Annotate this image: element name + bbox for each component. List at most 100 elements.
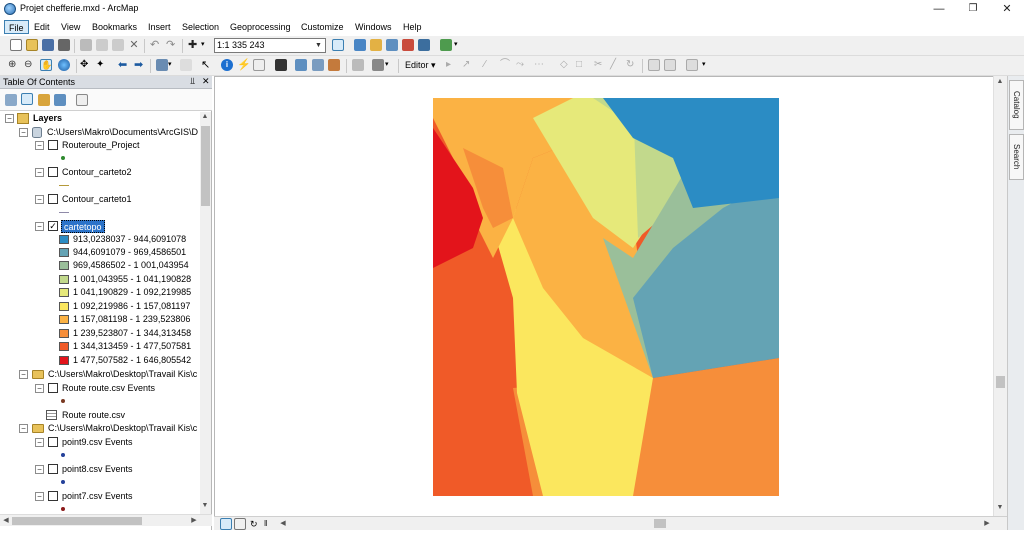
minimize-icon[interactable]: — [922,0,956,18]
list-by-selection-icon[interactable] [54,94,66,106]
point-symbol[interactable] [61,507,65,511]
straight-segment-icon[interactable]: ∕ [484,59,496,71]
map-display[interactable] [214,76,1007,516]
collapse-icon[interactable]: − [35,492,44,501]
sketch-properties-icon[interactable] [664,59,676,71]
collapse-icon[interactable]: − [19,370,28,379]
point-symbol[interactable] [61,399,65,403]
pan-hand-icon[interactable]: ✋ [40,59,52,71]
menu-geoprocessing[interactable]: Geoprocessing [226,20,295,34]
fixed-zoom-in-icon[interactable]: ✥ [80,59,92,71]
menu-selection[interactable]: Selection [178,20,223,34]
layer-contour-carteto1[interactable]: Contour_carteto1 [62,193,132,206]
class-swatch[interactable] [59,261,69,270]
workspace-desktop-2[interactable]: C:\Users\Makro\Desktop\Travail Kis\c [48,422,197,435]
collapse-icon[interactable]: − [35,465,44,474]
create-viewer-window-icon[interactable] [372,59,384,71]
close-panel-icon[interactable]: ✕ [202,76,210,87]
arctoolbox-icon[interactable] [402,39,414,51]
scroll-right-icon[interactable]: ▶ [189,516,199,524]
layer-visibility-checkbox-checked[interactable]: ✓ [48,221,58,231]
class-swatch[interactable] [59,315,69,324]
class-swatch[interactable] [59,356,69,365]
attributes-icon[interactable] [648,59,660,71]
layer-visibility-checkbox[interactable] [48,383,58,393]
elevation-raster-map[interactable] [215,77,995,517]
point-symbol[interactable] [61,453,65,457]
menu-bookmarks[interactable]: Bookmarks [88,20,141,34]
catalog-tab[interactable]: Catalog [1009,80,1024,130]
undo-icon[interactable]: ↶ [150,39,162,51]
zoom-out-icon[interactable]: ⊖ [24,59,36,71]
restore-icon[interactable]: ❐ [956,0,990,18]
hyperlink-icon[interactable]: ⚡ [237,59,251,71]
model-builder-icon[interactable] [440,39,452,51]
print-icon[interactable] [58,39,70,51]
scroll-thumb[interactable] [201,126,210,206]
scroll-thumb[interactable] [996,376,1005,388]
scroll-right-icon[interactable]: ▶ [982,519,992,527]
end-point-arc-icon[interactable]: ⌒ [500,59,512,71]
layer-visibility-checkbox[interactable] [48,464,58,474]
layer-point9-events[interactable]: point9.csv Events [62,436,133,449]
go-to-xy-icon[interactable] [328,59,340,71]
menu-windows[interactable]: Windows [351,20,396,34]
line-symbol[interactable] [59,212,69,213]
collapse-icon[interactable]: − [19,128,28,137]
add-data-dropdown-icon[interactable]: ▾ [201,39,213,51]
toolbar-options-icon[interactable]: ▾ [385,59,397,71]
editor-toolbar-toggle-icon[interactable] [332,39,344,51]
layer-contour-carteto2[interactable]: Contour_carteto2 [62,166,132,179]
layer-cartetopo-selected[interactable]: cartetopo [61,220,105,233]
point-icon[interactable]: ⋯ [534,59,546,71]
layout-view-icon[interactable] [234,518,246,530]
time-slider-icon[interactable] [352,59,364,71]
search-window-icon[interactable] [386,39,398,51]
redo-icon[interactable]: ↷ [166,39,178,51]
python-window-icon[interactable] [418,39,430,51]
toc-vertical-scrollbar[interactable]: ▲ ▼ [200,112,211,514]
layer-visibility-checkbox[interactable] [48,491,58,501]
class-swatch[interactable] [59,329,69,338]
line-symbol[interactable] [59,185,69,186]
layer-visibility-checkbox[interactable] [48,437,58,447]
select-features-icon[interactable] [156,59,168,71]
collapse-icon[interactable]: − [19,424,28,433]
edit-vertices-icon[interactable]: ◇ [560,59,572,71]
copy-icon[interactable] [96,39,108,51]
search-tab[interactable]: Search [1009,134,1024,180]
menu-customize[interactable]: Customize [297,20,348,34]
collapse-icon[interactable]: − [35,141,44,150]
create-features-icon[interactable] [686,59,698,71]
point-symbol[interactable] [61,156,65,160]
table-of-contents-icon[interactable] [354,39,366,51]
layer-routeroute-project[interactable]: Routeroute_Project [62,139,140,152]
catalog-window-icon[interactable] [370,39,382,51]
layer-point8-events[interactable]: point8.csv Events [62,463,133,476]
workspace-desktop[interactable]: C:\Users\Makro\Desktop\Travail Kis\c [48,368,197,381]
delete-icon[interactable]: ✕ [128,39,140,51]
save-icon[interactable] [42,39,54,51]
select-elements-arrow-icon[interactable]: ↖ [201,59,213,71]
scroll-left-icon[interactable]: ◀ [278,519,288,527]
chevron-down-icon[interactable]: ▼ [313,40,324,51]
collapse-icon[interactable]: − [35,438,44,447]
new-document-icon[interactable] [10,39,22,51]
edit-annotation-icon[interactable]: ↗ [462,59,474,71]
toc-horizontal-scrollbar[interactable]: ◀ ▶ [0,514,212,526]
close-icon[interactable]: ✕ [990,0,1024,18]
list-by-drawing-order-icon[interactable] [5,94,17,106]
scroll-up-icon[interactable]: ▲ [995,78,1005,85]
layer-visibility-checkbox[interactable] [48,194,58,204]
zoom-in-icon[interactable]: ⊕ [8,59,20,71]
toc-options-icon[interactable] [76,94,88,106]
list-by-visibility-icon[interactable] [38,94,50,106]
menu-help[interactable]: Help [399,20,426,34]
class-swatch[interactable] [59,235,69,244]
toolbar-options-icon[interactable]: ▾ [454,39,460,51]
collapse-icon[interactable]: − [35,384,44,393]
collapse-icon[interactable]: − [5,114,14,123]
map-vertical-scrollbar[interactable]: ▲ ▼ [993,76,1007,516]
layer-visibility-checkbox[interactable] [48,140,58,150]
class-swatch[interactable] [59,302,69,311]
